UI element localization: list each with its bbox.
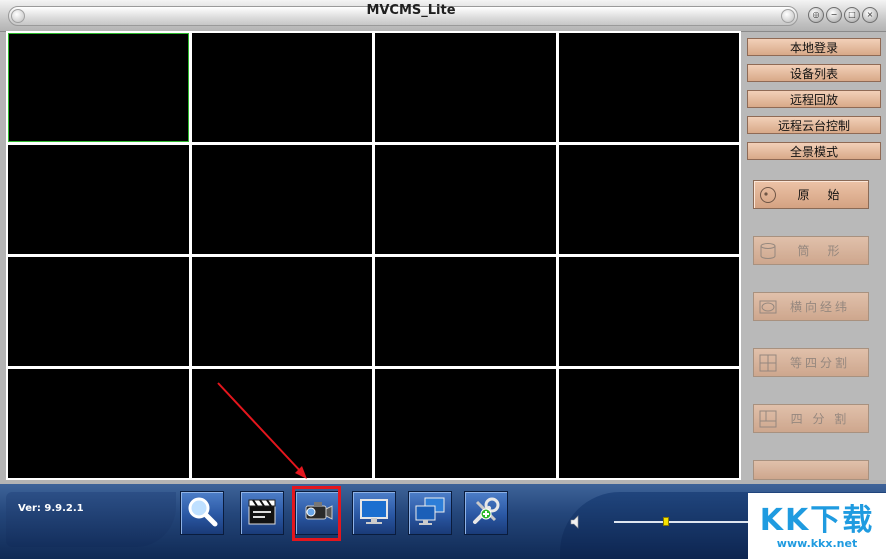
mode-original-label: 原 始 xyxy=(797,188,843,202)
mode-latlong-label: 横向经纬 xyxy=(789,300,850,314)
monitor-icon xyxy=(357,494,391,532)
window-title: MVCMS_Lite xyxy=(366,3,456,18)
watermark-url: www.kkx.net xyxy=(776,537,858,550)
maximize-button[interactable]: □ xyxy=(844,7,860,23)
video-cell[interactable] xyxy=(191,369,372,478)
mode-quad-label: 四 分 割 xyxy=(790,412,850,426)
video-grid xyxy=(6,31,741,480)
wrench-plus-icon xyxy=(469,494,503,532)
window-controls: ◎ − □ × xyxy=(808,7,878,25)
multi-monitor-icon xyxy=(413,494,447,532)
panorama-mode-button[interactable]: 全景模式 xyxy=(747,142,881,160)
multi-monitor-button[interactable] xyxy=(408,491,452,535)
mode-latlong-button[interactable]: 横向经纬 xyxy=(753,292,869,321)
mode-cylinder-button[interactable]: 筒 形 xyxy=(753,236,869,265)
video-cell[interactable] xyxy=(558,257,739,366)
remote-playback-button[interactable]: 远程回放 xyxy=(747,90,881,108)
settings-button[interactable] xyxy=(464,491,508,535)
split-icon xyxy=(758,410,778,428)
video-cell[interactable] xyxy=(375,257,556,366)
monitor-button[interactable] xyxy=(352,491,396,535)
remote-ptz-control-button[interactable]: 远程云台控制 xyxy=(747,116,881,134)
quad-split-icon xyxy=(758,354,778,372)
mode-quad-button[interactable]: 四 分 割 xyxy=(753,404,869,433)
video-cell[interactable] xyxy=(191,145,372,254)
magnifier-icon xyxy=(185,494,219,532)
record-button[interactable] xyxy=(240,491,284,535)
video-cell[interactable] xyxy=(8,369,189,478)
cylinder-icon xyxy=(758,242,778,260)
disc-icon xyxy=(758,186,778,204)
mode-original-button[interactable]: 原 始 xyxy=(753,180,869,209)
search-button[interactable] xyxy=(180,491,224,535)
volume-slider-track[interactable] xyxy=(614,521,750,523)
minimize-button[interactable]: − xyxy=(826,7,842,23)
video-cell[interactable] xyxy=(375,369,556,478)
mode-cylinder-label: 筒 形 xyxy=(797,244,843,258)
close-button[interactable]: × xyxy=(862,7,878,23)
title-bar: MVCMS_Lite ◎ − □ × xyxy=(0,0,886,32)
video-cell[interactable] xyxy=(375,145,556,254)
local-login-button[interactable]: 本地登录 xyxy=(747,38,881,56)
video-cell[interactable] xyxy=(8,257,189,366)
volume-slider-thumb[interactable] xyxy=(663,517,669,526)
video-cell[interactable] xyxy=(558,33,739,142)
watermark-logo: KK下载 xyxy=(759,503,875,538)
video-cell[interactable] xyxy=(191,33,372,142)
video-cell[interactable] xyxy=(558,145,739,254)
volume-icon[interactable] xyxy=(570,514,582,529)
mode-equal-quad-label: 等四分割 xyxy=(789,356,850,370)
mode-more-button[interactable] xyxy=(753,460,869,480)
restore-icon[interactable]: ◎ xyxy=(808,7,824,23)
video-cell[interactable] xyxy=(375,33,556,142)
mode-equal-quad-button[interactable]: 等四分割 xyxy=(753,348,869,377)
camera-button-highlight xyxy=(292,486,341,541)
ellipse-icon xyxy=(758,298,778,316)
video-cell[interactable] xyxy=(8,145,189,254)
watermark: KK下载 www.kkx.net xyxy=(748,493,886,559)
version-panel xyxy=(6,492,176,547)
device-list-button[interactable]: 设备列表 xyxy=(747,64,881,82)
video-cell[interactable] xyxy=(8,33,189,142)
clapperboard-icon xyxy=(245,494,279,532)
video-cell[interactable] xyxy=(191,257,372,366)
video-cell[interactable] xyxy=(558,369,739,478)
version-label: Ver: 9.9.2.1 xyxy=(18,503,84,514)
side-panel: 本地登录 设备列表 远程回放 远程云台控制 全景模式 原 始 筒 形 横向经纬 … xyxy=(741,32,886,480)
